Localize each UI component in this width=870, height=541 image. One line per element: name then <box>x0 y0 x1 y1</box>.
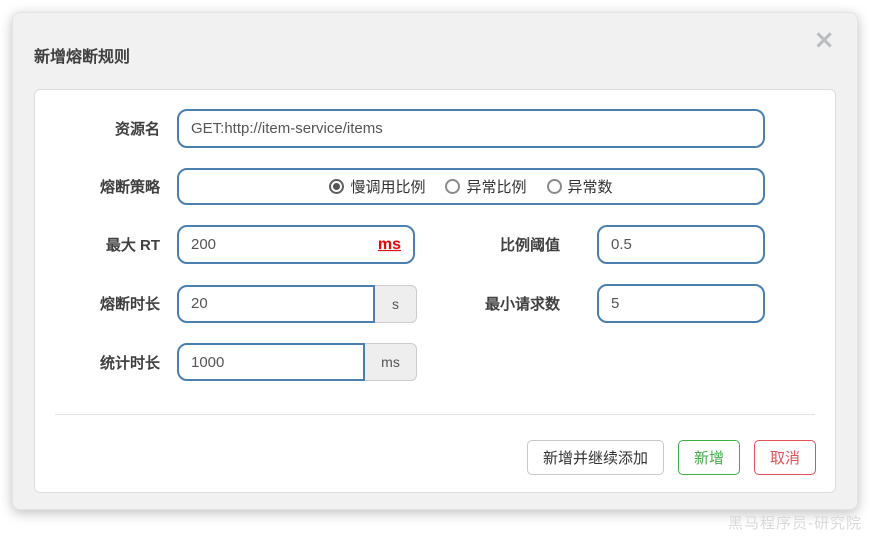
duration-minreq-row: 熔断时长 s 最小请求数 <box>35 284 835 323</box>
resource-label: 资源名 <box>114 121 160 138</box>
min-requests-input[interactable] <box>597 284 765 323</box>
stat-duration-label: 统计时长 <box>99 354 160 372</box>
dialog-footer: 新增并继续添加 新增 取消 <box>35 440 835 475</box>
dialog-title: 新增熔断规则 <box>34 49 131 66</box>
stat-duration-input[interactable] <box>177 343 365 381</box>
footer-divider <box>55 414 815 415</box>
max-rt-ratio-row: 最大 RT ms 比例阈值 <box>35 225 835 264</box>
stat-duration-row: 统计时长 ms <box>35 343 835 381</box>
fuse-duration-label: 熔断时长 <box>99 296 160 313</box>
radio-label: 异常比例 <box>466 179 527 196</box>
watermark: 黑马程序员-研究院 <box>728 515 862 532</box>
radio-icon <box>546 179 562 194</box>
strategy-option-error-ratio[interactable]: 异常比例 <box>445 176 527 197</box>
strategy-label: 熔断策略 <box>99 179 160 196</box>
strategy-option-error-count[interactable]: 异常数 <box>546 176 613 197</box>
max-rt-unit-highlight: ms <box>377 235 401 253</box>
radio-label: 异常数 <box>567 179 613 196</box>
max-rt-label: 最大 RT <box>105 237 160 254</box>
ratio-threshold-input[interactable] <box>597 225 765 264</box>
strategy-option-slow-ratio[interactable]: 慢调用比例 <box>329 176 425 197</box>
radio-icon <box>329 179 345 194</box>
add-button[interactable]: 新增 <box>677 440 740 475</box>
fuse-duration-input[interactable] <box>177 284 375 323</box>
resource-row: 资源名 <box>35 109 835 148</box>
cancel-button[interactable]: 取消 <box>753 440 816 475</box>
add-and-continue-button[interactable]: 新增并继续添加 <box>526 440 664 475</box>
fuse-duration-unit: s <box>375 284 417 323</box>
stat-duration-unit: ms <box>365 343 417 381</box>
strategy-radio-group: 慢调用比例 异常比例 异常数 <box>177 168 765 205</box>
add-fuse-rule-dialog: 新增熔断规则 × 资源名 熔断策略 慢调用比例 异常比例 异常数 <box>12 12 858 510</box>
radio-icon <box>445 179 461 194</box>
strategy-row: 熔断策略 慢调用比例 异常比例 异常数 <box>35 168 835 205</box>
radio-label: 慢调用比例 <box>350 179 426 196</box>
min-requests-label: 最小请求数 <box>484 296 560 313</box>
form-panel: 资源名 熔断策略 慢调用比例 异常比例 异常数 最大 R <box>34 89 836 493</box>
ratio-threshold-label: 比例阈值 <box>499 237 560 254</box>
resource-input[interactable] <box>177 109 765 148</box>
close-icon[interactable]: × <box>813 27 835 53</box>
